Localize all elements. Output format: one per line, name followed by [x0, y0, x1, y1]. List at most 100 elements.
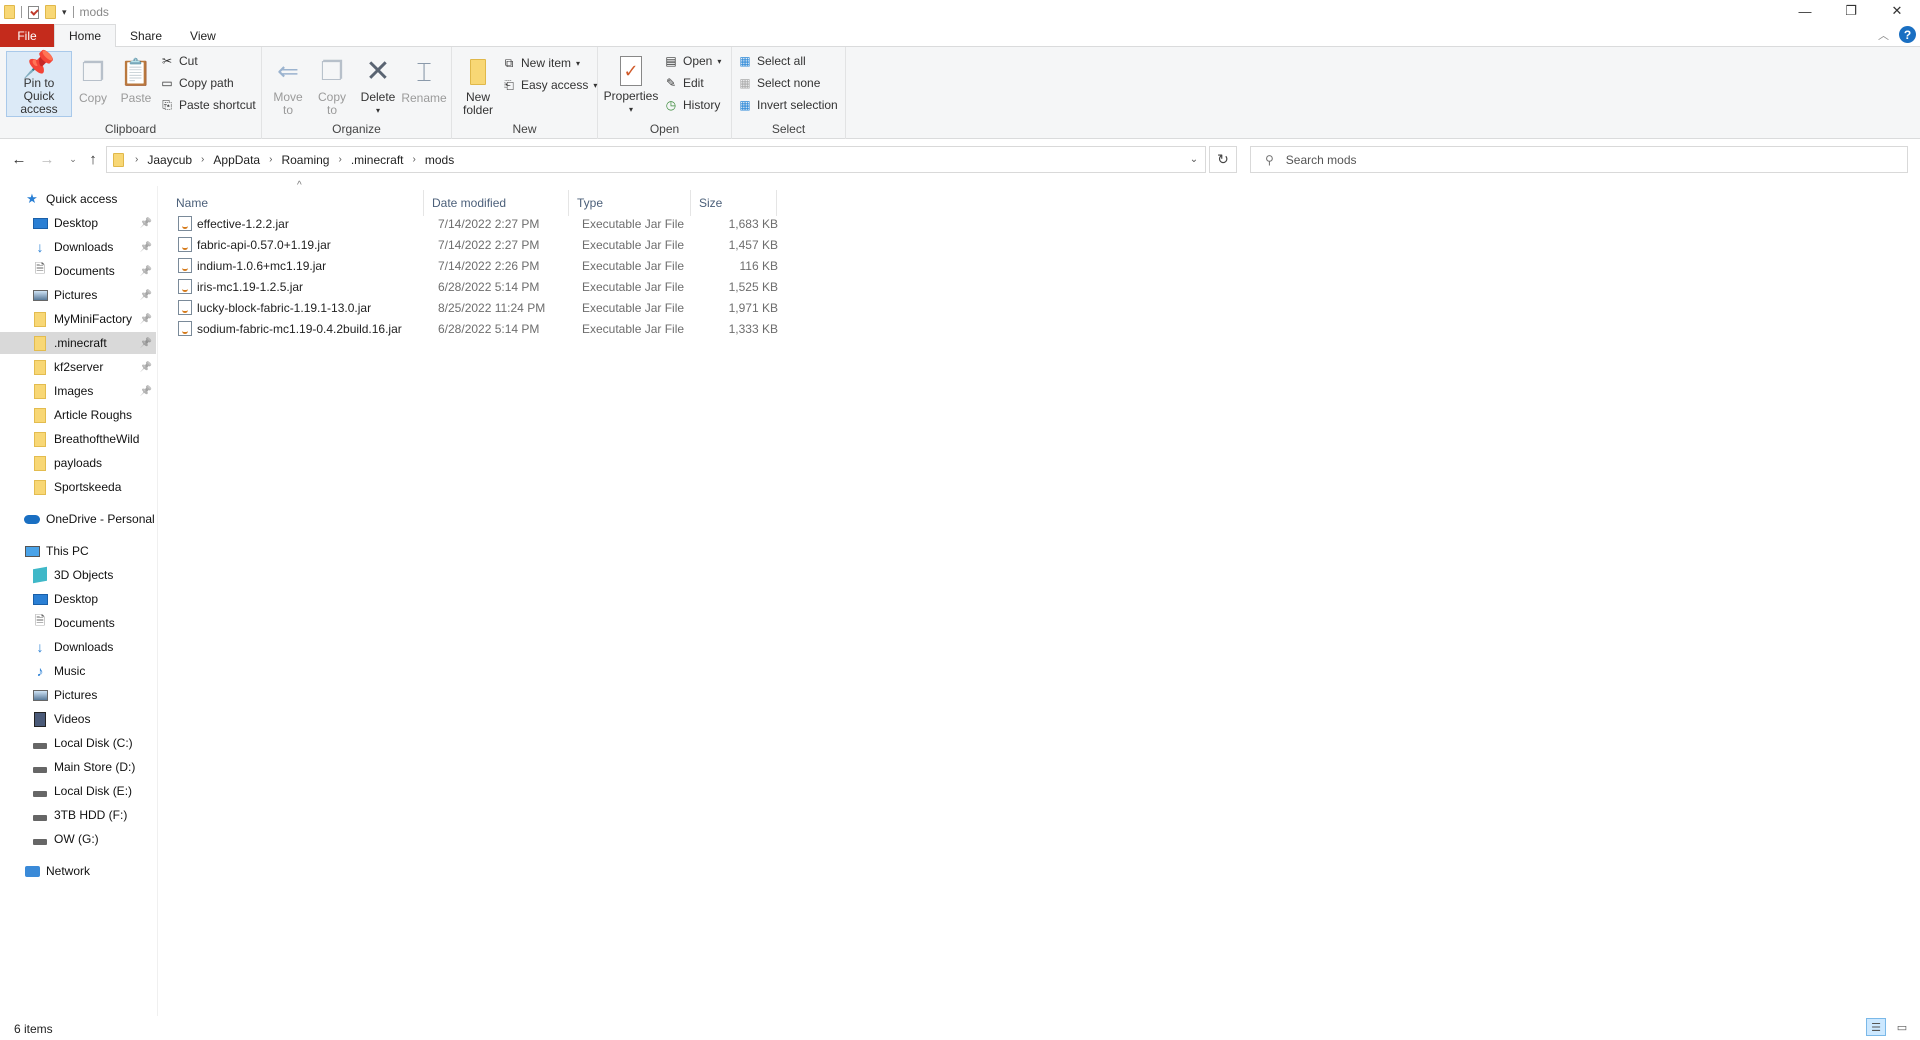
pin-to-quick-access-button[interactable]: 📌 Pin to Quick access — [6, 51, 72, 117]
sidebar-item[interactable]: 🗎 Documents 📌 — [0, 260, 156, 282]
chevron-down-icon: ⌄ — [69, 153, 77, 164]
sidebar-item[interactable]: ↓ Downloads 📌 — [0, 236, 156, 258]
tab-view[interactable]: View — [176, 24, 230, 47]
sidebar-item-label: Downloads — [54, 240, 114, 254]
sidebar-item[interactable]: ♪ Music — [0, 660, 156, 682]
sidebar-item[interactable]: OW (G:) — [0, 828, 156, 850]
file-row[interactable]: lucky-block-fabric-1.19.1-13.0.jar 8/25/2… — [168, 297, 938, 318]
large-icons-view-button[interactable]: ▭ — [1892, 1018, 1912, 1036]
rename-button[interactable]: ⌶ Rename — [401, 51, 446, 117]
sidebar-item[interactable]: ↓ Downloads — [0, 636, 156, 658]
breadcrumb-item[interactable]: Roaming — [281, 153, 329, 167]
sidebar-item[interactable]: Desktop 📌 — [0, 212, 156, 234]
breadcrumb-item[interactable]: mods — [425, 153, 454, 167]
up-button[interactable]: ↑ — [82, 148, 104, 170]
forward-button[interactable]: → — [36, 148, 58, 170]
copy-button[interactable]: ❐ Copy — [78, 51, 108, 117]
easy-access-button[interactable]: ⎗ Easy access ▾ — [502, 75, 597, 95]
file-name-cell: effective-1.2.2.jar — [178, 216, 289, 231]
properties-button[interactable]: ✓ Properties ▾ — [604, 51, 658, 117]
minimize-button[interactable]: — — [1782, 0, 1828, 22]
customize-qat-chevron-icon[interactable]: ▾ — [62, 7, 67, 18]
delete-button[interactable]: ✕ Delete ▾ — [358, 51, 398, 117]
help-icon[interactable]: ? — [1899, 26, 1916, 43]
sidebar-item[interactable]: kf2server 📌 — [0, 356, 156, 378]
sidebar-item[interactable]: 3D Objects — [0, 564, 156, 586]
close-button[interactable]: ✕ — [1874, 0, 1920, 22]
delete-dropdown-icon[interactable]: ▾ — [376, 104, 380, 117]
back-button[interactable]: ← — [8, 148, 30, 170]
copy-label: Copy — [78, 91, 107, 105]
sidebar-item[interactable]: Pictures 📌 — [0, 284, 156, 306]
breadcrumb-separator-icon[interactable]: › — [413, 154, 416, 165]
sidebar-item[interactable]: Local Disk (E:) — [0, 780, 156, 802]
sidebar-item[interactable]: Sportskeeda — [0, 476, 156, 498]
breadcrumb-item[interactable]: Jaaycub — [147, 153, 192, 167]
collapse-ribbon-chevron-icon[interactable]: ︿ — [1878, 27, 1889, 43]
tab-file[interactable]: File — [0, 24, 54, 47]
sidebar-item[interactable]: Local Disk (C:) — [0, 732, 156, 754]
file-row[interactable]: effective-1.2.2.jar 7/14/2022 2:27 PM Exec… — [168, 213, 938, 234]
edit-button[interactable]: ✎ Edit — [664, 73, 704, 93]
breadcrumb-item[interactable]: .minecraft — [351, 153, 404, 167]
properties-qat-icon[interactable] — [28, 5, 39, 19]
file-row[interactable]: fabric-api-0.57.0+1.19.jar 7/14/2022 2:27… — [168, 234, 938, 255]
edit-icon: ✎ — [665, 76, 677, 90]
breadcrumb-separator-icon[interactable]: › — [135, 154, 138, 165]
sidebar-this-pc[interactable]: This PC — [0, 540, 156, 562]
copy-path-button[interactable]: ▭ Copy path — [160, 73, 233, 93]
sidebar-item[interactable]: Videos — [0, 708, 156, 730]
sidebar-item[interactable]: payloads — [0, 452, 156, 474]
sidebar-item[interactable]: 3TB HDD (F:) — [0, 804, 156, 826]
file-row[interactable]: sodium-fabric-mc1.19-0.4.2build.16.jar 6/… — [168, 318, 938, 339]
sidebar-item[interactable]: Desktop — [0, 588, 156, 610]
paste-shortcut-button[interactable]: ⎘ Paste shortcut — [160, 95, 256, 115]
breadcrumb-separator-icon[interactable]: › — [338, 154, 341, 165]
tab-share[interactable]: Share — [116, 24, 176, 47]
new-folder-button[interactable]: New folder — [458, 51, 498, 117]
restore-button[interactable]: ❐ — [1828, 0, 1874, 22]
refresh-button[interactable]: ↻ — [1209, 146, 1237, 173]
paste-button[interactable]: 📋 Paste — [120, 51, 152, 117]
open-button[interactable]: ▤ Open ▾ — [664, 51, 721, 71]
file-name: fabric-api-0.57.0+1.19.jar — [197, 237, 331, 252]
new-folder-qat-icon[interactable] — [45, 5, 56, 19]
file-row[interactable]: iris-mc1.19-1.2.5.jar 6/28/2022 5:14 PM Ex… — [168, 276, 938, 297]
recent-locations-button[interactable]: ⌄ — [62, 148, 84, 170]
sidebar-quick-access[interactable]: ★ Quick access — [0, 188, 156, 210]
sidebar-item[interactable]: Main Store (D:) — [0, 756, 156, 778]
file-row[interactable]: indium-1.0.6+mc1.19.jar 7/14/2022 2:26 PM… — [168, 255, 938, 276]
address-dropdown-chevron-icon[interactable]: ⌄ — [1183, 147, 1205, 172]
search-box[interactable]: ⚲ — [1250, 146, 1908, 173]
sidebar-network[interactable]: Network — [0, 860, 156, 882]
file-name: effective-1.2.2.jar — [197, 216, 289, 231]
invert-selection-button[interactable]: ▦ Invert selection — [738, 95, 837, 115]
new-folder-label-2: folder — [462, 103, 494, 117]
sidebar-item[interactable]: BreathoftheWild — [0, 428, 156, 450]
cut-button[interactable]: ✂ Cut — [160, 51, 198, 71]
sidebar-item[interactable]: 🗎 Documents — [0, 612, 156, 634]
tab-home[interactable]: Home — [54, 24, 117, 47]
select-all-button[interactable]: ▦ Select all — [738, 51, 805, 71]
breadcrumb-item[interactable]: AppData — [213, 153, 260, 167]
breadcrumb-separator-icon[interactable]: › — [269, 154, 272, 165]
search-input[interactable] — [1285, 152, 1846, 167]
select-none-button[interactable]: ▦ Select none — [738, 73, 820, 93]
sidebar-item[interactable]: Images 📌 — [0, 380, 156, 402]
folder-icon — [32, 479, 48, 495]
sidebar-item[interactable]: MyMiniFactory 📌 — [0, 308, 156, 330]
copy-to-button[interactable]: ❐ Copy to — [314, 51, 350, 117]
sidebar-item-label: .minecraft — [54, 336, 107, 350]
history-button[interactable]: ◷ History — [664, 95, 721, 115]
details-view-button[interactable]: ☰ — [1866, 1018, 1886, 1036]
address-bar[interactable]: › Jaaycub › AppData › Roaming › .minecraft › mods… — [106, 146, 1206, 173]
new-folder-icon — [463, 56, 493, 87]
sidebar-item[interactable]: Pictures — [0, 684, 156, 706]
sidebar-item[interactable]: Article Roughs — [0, 404, 156, 426]
new-item-button[interactable]: ⧉ New item ▾ — [502, 53, 580, 73]
sidebar-item[interactable]: .minecraft 📌 — [0, 332, 156, 354]
properties-dropdown-icon[interactable]: ▾ — [629, 103, 633, 116]
sidebar-onedrive[interactable]: OneDrive - Personal — [0, 508, 156, 530]
breadcrumb-separator-icon[interactable]: › — [201, 154, 204, 165]
move-to-button[interactable]: ⇐ Move to — [270, 51, 306, 117]
